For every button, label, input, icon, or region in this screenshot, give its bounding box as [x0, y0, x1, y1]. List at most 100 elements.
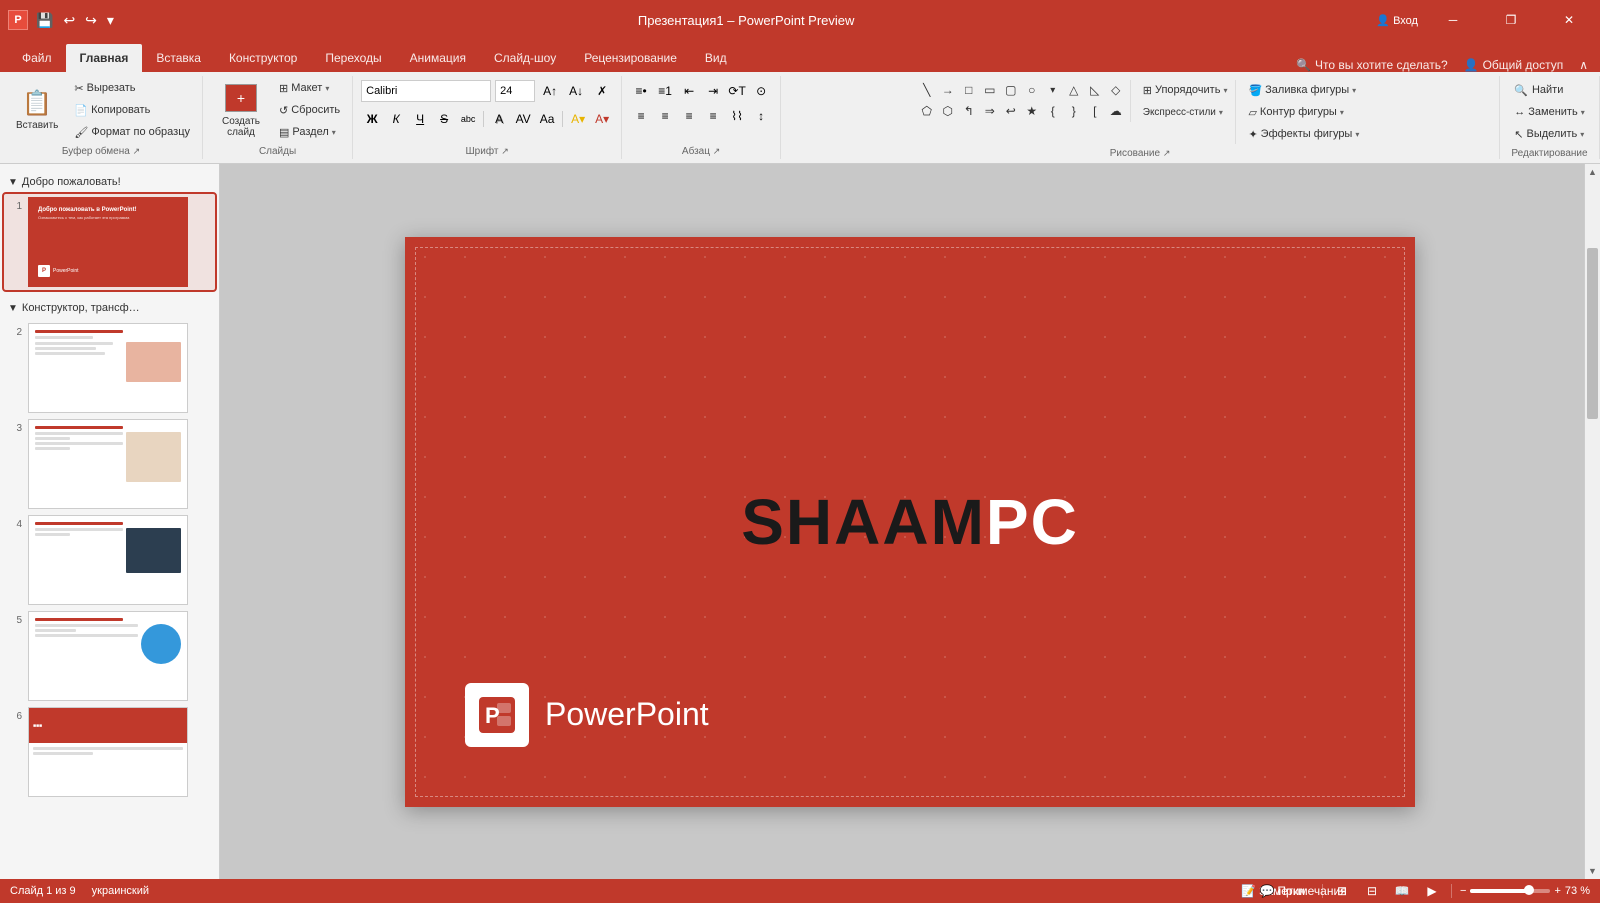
shape-bend-arrow[interactable]: ↩: [1001, 101, 1021, 121]
reset-btn[interactable]: ↺ Сбросить: [275, 100, 344, 120]
slide-1-row[interactable]: 1 Добро пожаловать в PowerPoint! Ознаком…: [4, 194, 215, 290]
shape-rect2[interactable]: ▭: [980, 80, 1000, 100]
shape-brace-close[interactable]: }: [1064, 101, 1084, 121]
tab-design[interactable]: Конструктор: [215, 44, 311, 72]
slideshow-btn[interactable]: ▶: [1421, 880, 1443, 902]
shape-round-rect[interactable]: ▢: [1001, 80, 1021, 100]
shape-brace-open[interactable]: {: [1043, 101, 1063, 121]
tab-animations[interactable]: Анимация: [396, 44, 480, 72]
shape-pentagon[interactable]: ⬠: [917, 101, 937, 121]
columns-btn[interactable]: ⌇⌇: [726, 105, 748, 127]
text-direction-btn[interactable]: ⟳T: [726, 80, 748, 102]
find-btn[interactable]: 🔍 Найти: [1510, 80, 1567, 100]
tab-home[interactable]: Главная: [66, 44, 143, 72]
minimize-btn[interactable]: ─: [1430, 0, 1476, 40]
align-center-btn[interactable]: ≡: [654, 105, 676, 127]
vertical-scrollbar[interactable]: ▲ ▼: [1584, 164, 1600, 879]
font-size-input[interactable]: [495, 80, 535, 102]
justify-btn[interactable]: ≡: [702, 105, 724, 127]
convert-to-smartart-btn[interactable]: ⊙: [750, 80, 772, 102]
zoom-minus-btn[interactable]: −: [1460, 885, 1466, 897]
slide-6-row[interactable]: 6 ■■■: [4, 704, 215, 800]
tab-review[interactable]: Рецензирование: [570, 44, 691, 72]
slide-canvas[interactable]: SHAAMPC P PowerPoint: [405, 237, 1415, 807]
paste-btn[interactable]: 📋 Вставить: [8, 78, 66, 144]
section1-header[interactable]: ▼ Добро пожаловать!: [4, 172, 215, 194]
shape-more[interactable]: ▾: [1043, 80, 1063, 100]
shape-bracket[interactable]: [: [1085, 101, 1105, 121]
copy-btn[interactable]: 📄 Копировать: [70, 100, 194, 120]
tab-insert[interactable]: Вставка: [142, 44, 215, 72]
shape-block-arrow[interactable]: ⇒: [980, 101, 1000, 121]
text-shadow-btn[interactable]: A: [488, 108, 510, 130]
italic-btn[interactable]: К: [385, 108, 407, 130]
shape-effects-btn[interactable]: ✦ Эффекты фигуры ▾: [1244, 124, 1363, 144]
section2-header[interactable]: ▼ Конструктор, трансф…: [4, 298, 215, 320]
decrease-font-btn[interactable]: A↓: [565, 80, 587, 102]
undo-quick-icon[interactable]: ↩: [61, 10, 77, 31]
shape-line[interactable]: ╲: [917, 80, 937, 100]
zoom-plus-btn[interactable]: +: [1554, 885, 1560, 897]
bullets-btn[interactable]: ≡•: [630, 80, 652, 102]
quick-styles-btn[interactable]: Экспресс-стили ▾: [1139, 102, 1232, 122]
new-slide-btn[interactable]: + Создатьслайд: [211, 78, 271, 144]
scroll-thumb[interactable]: [1587, 248, 1598, 419]
comments-btn[interactable]: 💬 Примечания: [1292, 880, 1314, 902]
layout-btn[interactable]: ⊞ Макет ▾: [275, 78, 344, 98]
slide-5-row[interactable]: 5: [4, 608, 215, 704]
align-right-btn[interactable]: ≡: [678, 105, 700, 127]
shape-star[interactable]: ★: [1022, 101, 1042, 121]
shape-hexagon[interactable]: ⬡: [938, 101, 958, 121]
numbered-list-btn[interactable]: ≡1: [654, 80, 676, 102]
tab-view[interactable]: Вид: [691, 44, 741, 72]
shape-outline-btn[interactable]: ▱ Контур фигуры ▾: [1244, 102, 1363, 122]
text-case-btn[interactable]: Aa: [536, 108, 558, 130]
scroll-down-btn[interactable]: ▼: [1585, 863, 1600, 879]
line-spacing-btn[interactable]: ↕: [750, 105, 772, 127]
increase-font-btn[interactable]: A↑: [539, 80, 561, 102]
decrease-indent-btn[interactable]: ⇤: [678, 80, 700, 102]
slide-sorter-btn[interactable]: ⊟: [1361, 880, 1383, 902]
share-btn[interactable]: 👤 Общий доступ: [1464, 58, 1564, 72]
arrange-btn[interactable]: ⊞ Упорядочить ▾: [1139, 80, 1232, 100]
zoom-track[interactable]: [1470, 889, 1550, 893]
shape-right-triangle[interactable]: ◺: [1085, 80, 1105, 100]
shape-rect[interactable]: □: [959, 80, 979, 100]
reading-view-btn[interactable]: 📖: [1391, 880, 1413, 902]
highlight-btn[interactable]: A▾: [567, 108, 589, 130]
close-btn[interactable]: ✕: [1546, 0, 1592, 40]
shape-ellipse[interactable]: ○: [1022, 80, 1042, 100]
strikethrough-btn[interactable]: S: [433, 108, 455, 130]
scroll-up-btn[interactable]: ▲: [1585, 164, 1600, 180]
underline-btn[interactable]: Ч: [409, 108, 431, 130]
zoom-handle[interactable]: [1524, 885, 1534, 895]
increase-indent-btn[interactable]: ⇥: [702, 80, 724, 102]
replace-btn[interactable]: ↔ Заменить ▾: [1510, 102, 1588, 122]
clear-format-btn[interactable]: ✗: [591, 80, 613, 102]
shape-curvedarrow[interactable]: ↰: [959, 101, 979, 121]
section-btn[interactable]: ▤ Раздел ▾: [275, 122, 344, 142]
slide-4-row[interactable]: 4: [4, 512, 215, 608]
shape-arrow[interactable]: →: [938, 80, 958, 100]
search-ribbon-btn[interactable]: 🔍 Что вы хотите сделать?: [1296, 58, 1448, 72]
sign-in-btn[interactable]: 👤 Вход: [1376, 14, 1418, 27]
subscript-btn[interactable]: abc: [457, 108, 479, 130]
tab-slideshow[interactable]: Слайд-шоу: [480, 44, 570, 72]
bold-btn[interactable]: Ж: [361, 108, 383, 130]
char-spacing-btn[interactable]: AV: [512, 108, 534, 130]
align-left-btn[interactable]: ≡: [630, 105, 652, 127]
canvas-area[interactable]: ▲ ▼ SHAAMPC P: [220, 164, 1600, 879]
shape-cloud[interactable]: ☁: [1106, 101, 1126, 121]
slide-3-row[interactable]: 3: [4, 416, 215, 512]
redo-quick-icon[interactable]: ↪: [83, 10, 99, 31]
tab-file[interactable]: Файл: [8, 44, 66, 72]
font-name-input[interactable]: [361, 80, 491, 102]
restore-btn[interactable]: ❐: [1488, 0, 1534, 40]
normal-view-btn[interactable]: ⊞: [1331, 880, 1353, 902]
cut-btn[interactable]: ✂ Вырезать: [70, 78, 194, 98]
font-color-btn[interactable]: A▾: [591, 108, 613, 130]
customize-quick-icon[interactable]: ▾: [105, 10, 116, 31]
slide-2-row[interactable]: 2: [4, 320, 215, 416]
format-painter-btn[interactable]: 🖌 Формат по образцу: [70, 122, 194, 142]
shape-diamond[interactable]: ◇: [1106, 80, 1126, 100]
